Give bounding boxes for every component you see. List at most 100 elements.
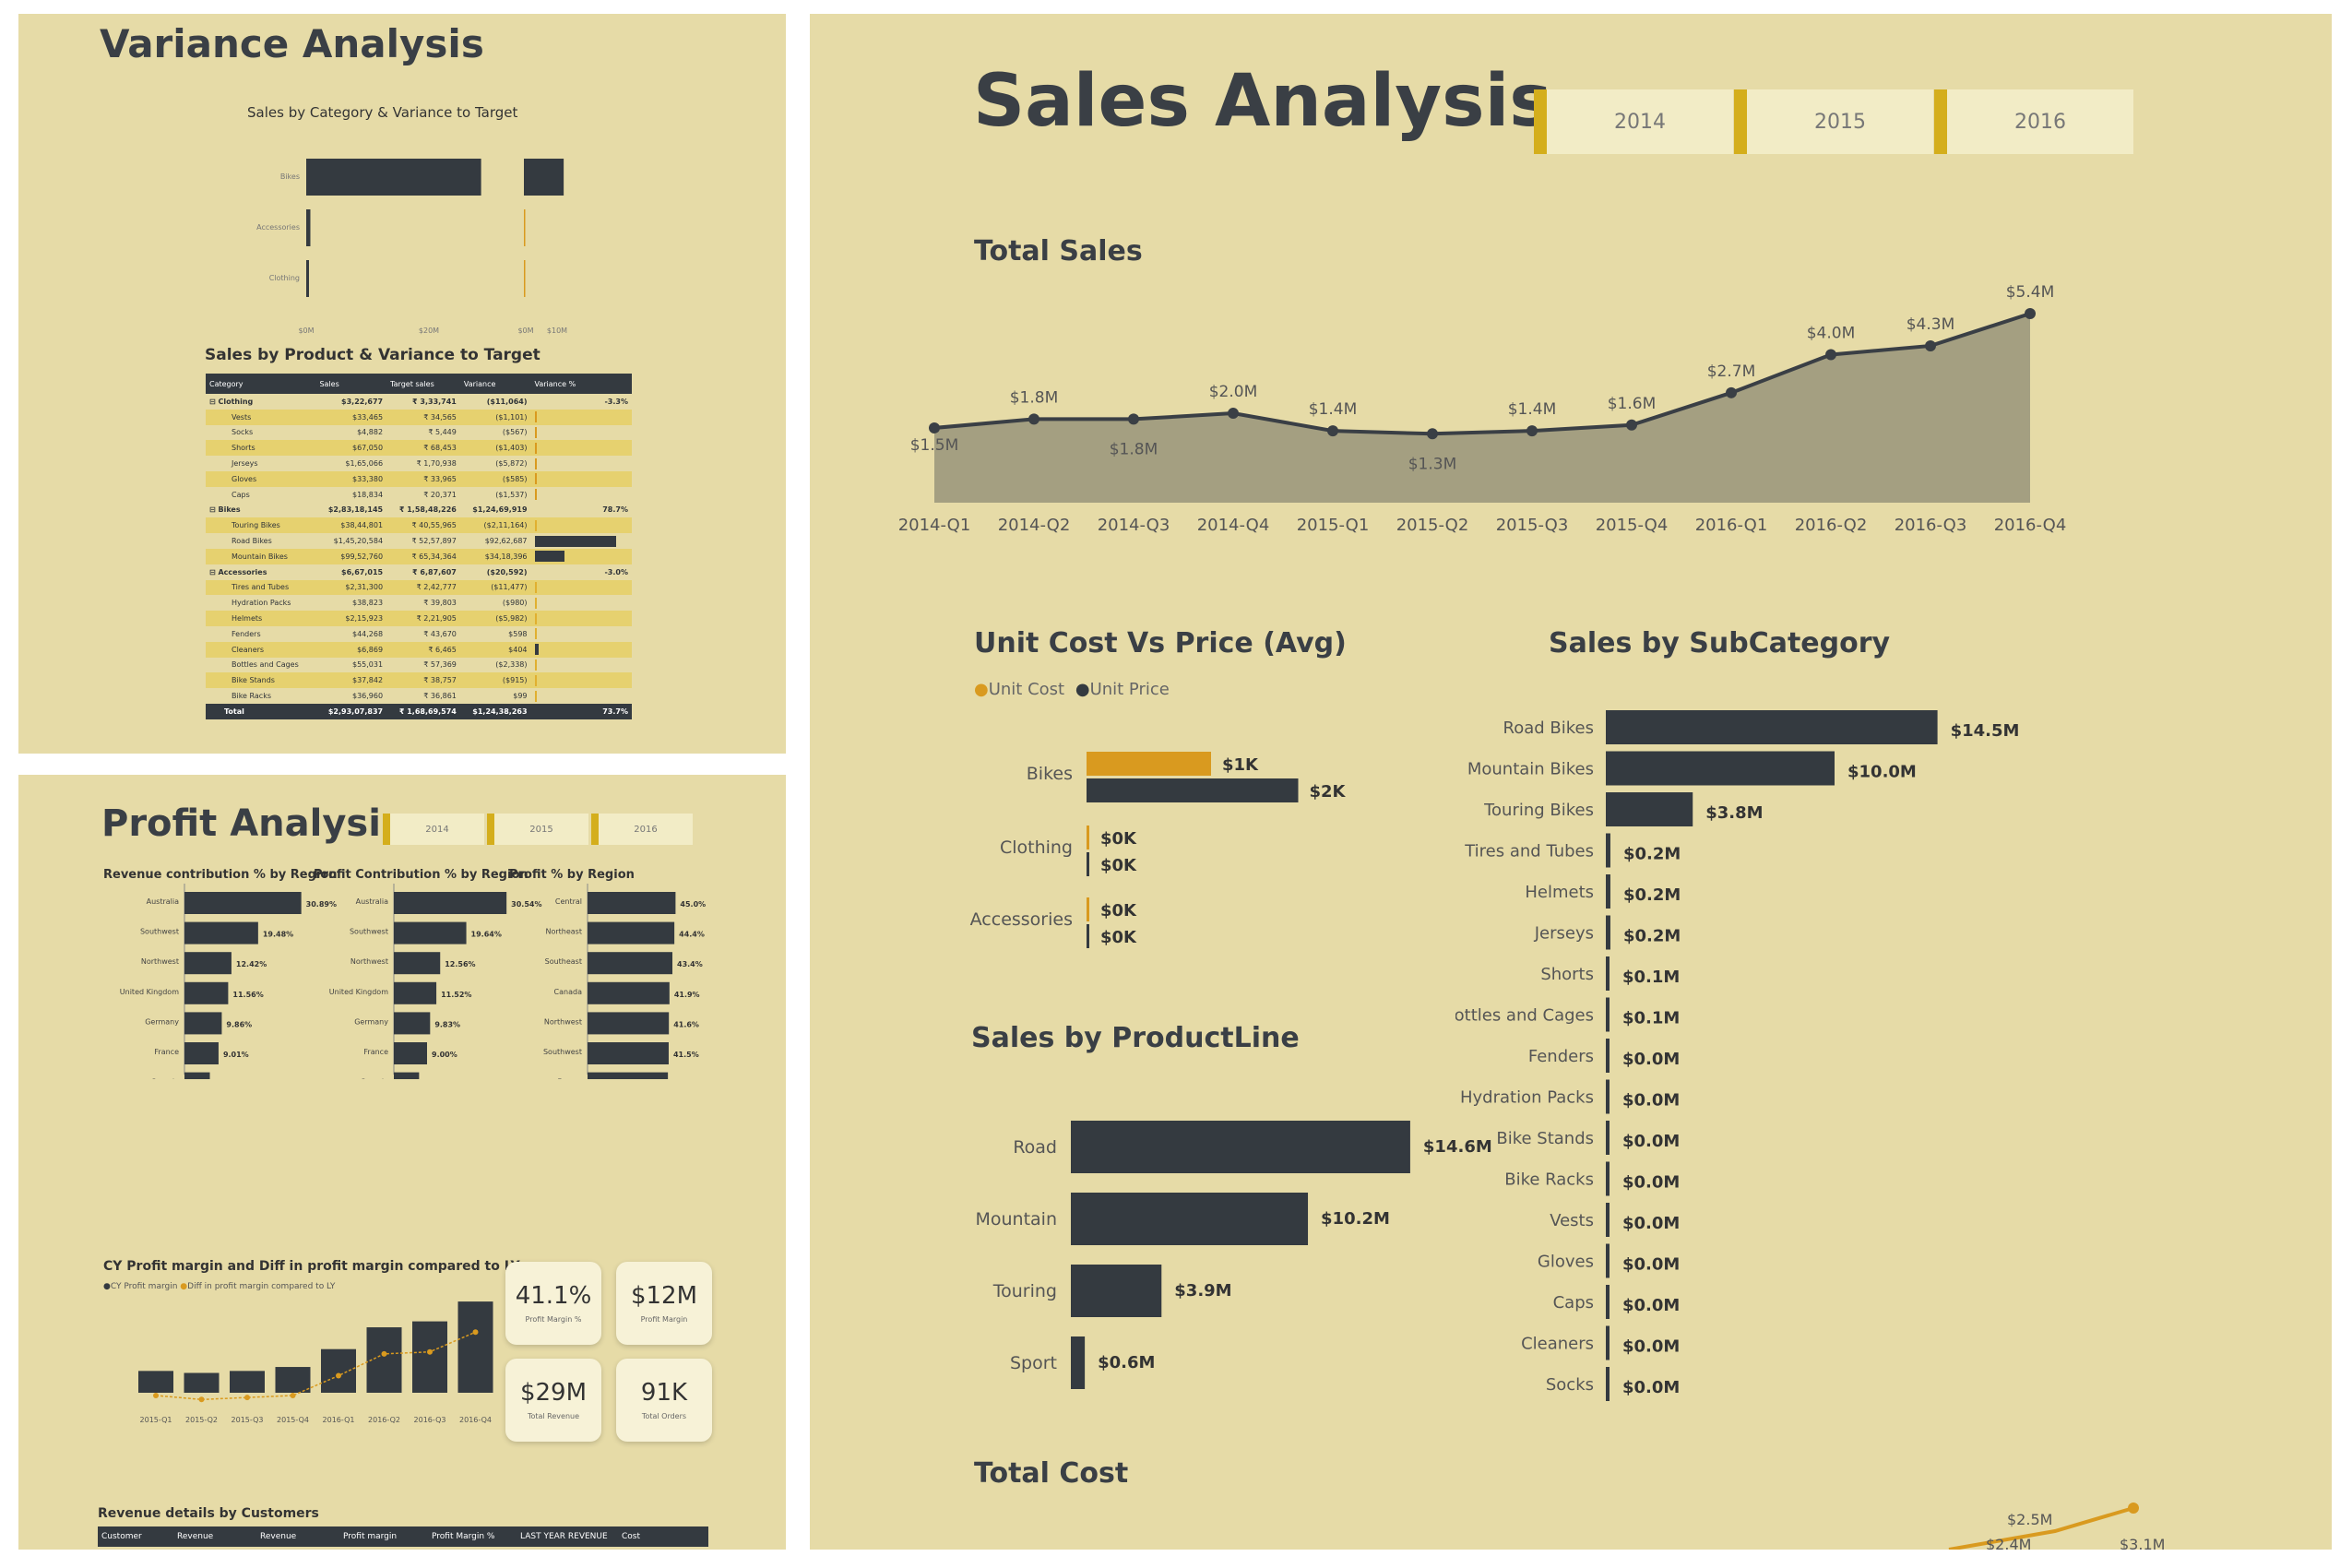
total-sales-x-tick: 2016-Q1 — [1695, 516, 1768, 535]
table-cell: Fenders — [206, 625, 316, 642]
region-label: Southwest — [140, 928, 179, 936]
category-variance-bar — [524, 209, 526, 246]
legend-cy-margin: CY Profit margin — [110, 1282, 178, 1291]
table-cell: ₹ 2,21,905 — [386, 611, 460, 626]
unit-cost-label: $0K — [1100, 901, 1137, 921]
sales-tick: $0M — [298, 327, 314, 335]
table-header-cell[interactable]: Variance % — [530, 374, 632, 394]
sales-year-2016[interactable]: 2016 — [1934, 89, 2133, 154]
region-label: Canada — [151, 1078, 180, 1079]
profit-year-2014[interactable]: 2014 — [383, 814, 484, 845]
table-cell: $2,31,300 — [315, 579, 387, 596]
region-label: Northwest — [544, 1017, 582, 1026]
region-label: Canada — [361, 1078, 389, 1079]
table-row: Touring Bikes $38,44,801 ₹ 40,55,965 ($2,11… — [206, 517, 632, 534]
customers-header-cell[interactable]: Revenue — [173, 1532, 256, 1541]
table-cell — [530, 548, 632, 564]
margin-bar — [138, 1371, 173, 1393]
sales-year-2015[interactable]: 2015 — [1734, 89, 1933, 154]
legend-unit-cost: Unit Cost — [988, 680, 1065, 699]
region-chart-title: Revenue contribution % by Region — [103, 868, 338, 882]
table-row[interactable]: ⊟ Clothing $3,22,677 ₹ 3,33,741 ($11,064) -3… — [206, 394, 632, 410]
unit-cost-bar — [1087, 752, 1211, 776]
region-chart-title: Profit % by Region — [509, 868, 635, 882]
margin-diff-point — [472, 1329, 479, 1336]
customers-header-cell[interactable]: Revenue — [256, 1532, 339, 1541]
subcategory-value-label: $0.2M — [1623, 885, 1681, 905]
variance-tick: $0M — [517, 327, 533, 335]
table-row: Bike Stands $37,842 ₹ 38,757 ($915) — [206, 672, 632, 689]
region-value: 43.4% — [677, 960, 703, 968]
region-label: France — [154, 1048, 179, 1056]
subcategory-bar — [1606, 915, 1610, 950]
margin-bar — [230, 1371, 265, 1393]
sales-year-2014[interactable]: 2014 — [1534, 89, 1733, 154]
customers-header-cell[interactable]: Profit margin — [339, 1532, 428, 1541]
table-cell: ₹ 38,757 — [386, 672, 460, 689]
table-header-cell[interactable]: Category — [206, 374, 316, 394]
total-sales-point — [1925, 339, 1936, 351]
unit-price-label: $0K — [1100, 856, 1137, 875]
table-cell: ($5,982) — [459, 611, 531, 626]
margin-diff-point — [198, 1396, 205, 1403]
subcategory-chart: Road Bikes $14.5M Mountain Bikes $10.0M Tour… — [1455, 710, 2020, 1401]
total-sales-data-label: $4.3M — [1907, 315, 1955, 334]
table-cell: Road Bikes — [206, 533, 316, 549]
region-bar — [184, 1012, 222, 1035]
subcategory-value-label: $0.0M — [1622, 1132, 1680, 1151]
unit-cost-chart: Bikes $1K $2K Clothing $0K $0K Accessories $0K $… — [970, 752, 1347, 948]
subcategory-label: Road Bikes — [1503, 719, 1594, 738]
customers-header-cell[interactable]: Cost — [618, 1532, 708, 1541]
variance-pct-bar — [534, 489, 537, 501]
table-header-cell[interactable]: Target sales — [386, 374, 460, 394]
table-row[interactable]: ⊟ Accessories $6,67,015 ₹ 6,87,607 ($20,592… — [206, 564, 632, 580]
table-cell — [530, 440, 632, 457]
customers-header-cell[interactable]: Profit Margin % — [428, 1532, 517, 1541]
total-sales-data-label: $2.0M — [1209, 383, 1258, 401]
subcategory-value-label: $14.5M — [1951, 721, 2020, 741]
subcategory-label: Bike Stands — [1496, 1129, 1594, 1148]
table-row[interactable]: ⊟ Bikes $2,83,18,145 ₹ 1,58,48,226 $1,24,69… — [206, 502, 632, 518]
total-sales-x-tick: 2016-Q2 — [1795, 516, 1868, 535]
table-cell: $33,465 — [315, 409, 387, 425]
kpi-total-orders: 91K Total Orders — [616, 1359, 712, 1442]
table-cell: ₹ 1,58,48,226 — [386, 502, 460, 518]
margin-x-tick: 2016-Q2 — [368, 1416, 400, 1424]
category-sales-bar — [306, 209, 311, 246]
region-bar — [394, 1042, 427, 1064]
region-label: Southwest — [543, 1048, 582, 1056]
table-cell: $2,93,07,837 — [315, 703, 387, 719]
total-sales-point — [1228, 408, 1239, 420]
unit-price-bar — [1087, 852, 1089, 876]
subcategory-bar — [1606, 710, 1938, 744]
subcategory-value-label: $0.0M — [1622, 1214, 1680, 1233]
unit-legend: ●Unit Cost ●Unit Price — [974, 680, 1170, 699]
region-label: Southeast — [545, 957, 582, 966]
profit-year-2016[interactable]: 2016 — [591, 814, 693, 845]
unit-cost-title: Unit Cost Vs Price (Avg) — [974, 627, 1347, 659]
customers-header-cell[interactable]: Customer — [98, 1532, 173, 1541]
table-cell: Bottles and Cages — [206, 657, 316, 673]
table-cell — [530, 579, 632, 596]
customers-header-cell[interactable]: LAST YEAR REVENUE — [517, 1532, 618, 1541]
profit-year-2015[interactable]: 2015 — [487, 814, 588, 845]
productline-bar — [1071, 1193, 1309, 1245]
table-cell: $2,15,923 — [315, 611, 387, 626]
category-sales-bar — [306, 159, 481, 196]
margin-diff-point — [153, 1393, 159, 1398]
total-sales-x-tick: 2015-Q4 — [1596, 516, 1669, 535]
region-value: 30.89% — [306, 900, 337, 909]
table-cell: Bike Stands — [206, 672, 316, 689]
variance-pct-bar — [534, 659, 537, 671]
table-header-cell[interactable]: Sales — [315, 374, 387, 394]
total-sales-title: Total Sales — [974, 235, 1143, 267]
region-value: 19.64% — [471, 931, 502, 939]
subcategory-label: Vests — [1550, 1211, 1594, 1230]
total-sales-x-tick: 2015-Q1 — [1297, 516, 1370, 535]
region-bar — [394, 892, 507, 914]
table-header-cell[interactable]: Variance — [459, 374, 531, 394]
kpi-label: Profit Margin — [640, 1315, 688, 1324]
subcategory-label: Mountain Bikes — [1467, 760, 1594, 779]
region-label: Central — [555, 897, 582, 906]
subcategory-value-label: $0.0M — [1622, 1378, 1680, 1397]
